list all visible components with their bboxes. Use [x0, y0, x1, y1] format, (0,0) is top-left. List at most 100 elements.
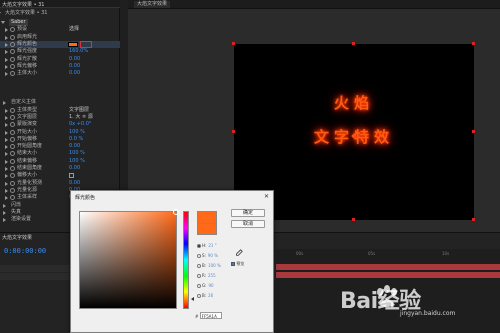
stopwatch-icon[interactable]	[10, 195, 15, 201]
stopwatch-icon[interactable]	[10, 136, 15, 142]
stopwatch-icon[interactable]	[10, 34, 15, 40]
property-value[interactable]: 0.0 %	[69, 136, 83, 143]
expand-arrow-icon[interactable]	[5, 115, 8, 120]
stopwatch-icon[interactable]	[10, 41, 15, 47]
property-row[interactable]: 结束大小 100 %	[0, 150, 120, 157]
expand-arrow-icon[interactable]	[3, 101, 6, 106]
stopwatch-icon[interactable]	[10, 129, 15, 135]
viewer-tab[interactable]: 大焰文字效果	[134, 1, 171, 8]
color-field-value[interactable]: 90 %	[208, 253, 218, 258]
expand-arrow-icon[interactable]	[5, 64, 8, 69]
hue-slider-arrow-icon[interactable]	[191, 297, 194, 301]
stopwatch-icon[interactable]	[10, 49, 15, 55]
expand-arrow-icon[interactable]	[5, 42, 8, 47]
property-value[interactable]: 160.0%	[69, 48, 88, 55]
ok-button[interactable]: 确定	[231, 209, 265, 217]
property-row[interactable]: 大焰文字效果 • 31	[0, 10, 120, 17]
expand-arrow-icon[interactable]	[5, 123, 8, 128]
timeline-tab[interactable]: 大焰文字效果	[2, 234, 32, 241]
stopwatch-icon[interactable]	[10, 27, 15, 33]
radio-button[interactable]	[197, 264, 201, 268]
stopwatch-icon[interactable]	[10, 151, 15, 157]
color-field-row[interactable]: B: 100 %	[197, 262, 221, 270]
preview-checkbox[interactable]: 预览	[231, 261, 244, 267]
expand-arrow-icon[interactable]	[5, 130, 8, 135]
expand-arrow-icon[interactable]	[3, 218, 6, 223]
expand-arrow-icon[interactable]	[3, 203, 6, 208]
property-row[interactable]: Saber	[0, 19, 120, 26]
expand-arrow-icon[interactable]	[5, 28, 8, 33]
expand-arrow-icon[interactable]	[5, 159, 8, 164]
expand-arrow-icon[interactable]	[5, 35, 8, 40]
property-row[interactable]: 开始偏移 0.0 %	[0, 136, 120, 143]
stopwatch-icon[interactable]	[10, 71, 15, 77]
stopwatch-icon[interactable]	[10, 180, 15, 186]
selection-handle[interactable]	[352, 42, 355, 45]
property-row[interactable]	[0, 77, 120, 84]
selection-handle[interactable]	[472, 42, 475, 45]
radio-button[interactable]	[197, 244, 201, 248]
stopwatch-icon[interactable]	[10, 63, 15, 69]
color-field-row[interactable]: S: 90 %	[197, 252, 218, 260]
checkbox-checked-icon[interactable]	[231, 262, 235, 266]
property-row[interactable]: 光量化预测 0.00	[0, 180, 120, 187]
property-row[interactable]: 结束圆角度 0.00	[0, 165, 120, 172]
selection-handle[interactable]	[472, 218, 475, 221]
color-field-row[interactable]: B: 26	[197, 292, 213, 300]
expand-arrow-icon[interactable]	[5, 108, 8, 113]
layer-bar[interactable]	[276, 264, 500, 270]
property-row[interactable]: 文字图层 1. 大 ≑ 源	[0, 114, 120, 121]
hue-slider[interactable]	[183, 211, 189, 309]
radio-button[interactable]	[197, 274, 201, 278]
radio-button[interactable]	[197, 294, 201, 298]
color-field-row[interactable]: R: 255	[197, 272, 216, 280]
stopwatch-icon[interactable]	[10, 114, 15, 120]
expand-arrow-icon[interactable]	[5, 137, 8, 142]
property-row[interactable]: 辉光扩散 0.00	[0, 56, 120, 63]
cancel-button[interactable]: 取消	[231, 220, 265, 228]
stopwatch-icon[interactable]	[10, 158, 15, 164]
property-row[interactable]: 辉光偏移 0.00	[0, 63, 120, 70]
expand-arrow-icon[interactable]	[5, 188, 8, 193]
stopwatch-icon[interactable]	[10, 166, 15, 171]
collapse-arrow-icon[interactable]	[1, 21, 5, 24]
stopwatch-icon[interactable]	[10, 122, 15, 128]
property-row[interactable]: 结束偏移 100 %	[0, 158, 120, 165]
property-row[interactable]: 开始大小 100 %	[0, 129, 120, 136]
eyedropper-icon[interactable]	[235, 249, 243, 257]
expand-arrow-icon[interactable]	[5, 72, 8, 77]
color-field-value[interactable]: 255	[208, 273, 216, 278]
property-value[interactable]: 100 %	[69, 129, 85, 136]
property-value[interactable]: 0x +0.0°	[69, 121, 91, 128]
color-field-value[interactable]: 26	[208, 293, 213, 298]
expand-arrow-icon[interactable]	[5, 57, 8, 62]
expand-arrow-icon[interactable]	[5, 174, 8, 179]
color-field-value[interactable]: 90	[208, 283, 213, 288]
current-color-swatch[interactable]	[197, 223, 217, 235]
checkbox[interactable]	[69, 173, 74, 179]
property-row[interactable]	[0, 85, 120, 92]
glow-color-swatch[interactable]	[68, 41, 78, 47]
expand-arrow-icon[interactable]	[5, 167, 8, 171]
hex-input[interactable]: FF5A1A	[199, 312, 222, 319]
property-value[interactable]: 100 %	[69, 158, 85, 165]
color-picker-cursor[interactable]	[173, 209, 179, 215]
property-value[interactable]: 0.00	[69, 56, 80, 63]
property-row[interactable]: 蒙版演变 0x +0.0°	[0, 121, 120, 128]
property-value[interactable]: 0.00	[69, 165, 80, 172]
color-field-row[interactable]: G: 90	[197, 282, 214, 290]
property-value[interactable]: 0.00	[69, 143, 80, 150]
property-row[interactable]	[0, 92, 120, 99]
color-field-row[interactable]: H: 21 °	[197, 242, 217, 250]
property-value[interactable]: 0.00	[69, 70, 80, 77]
property-row[interactable]: 启用辉光	[0, 34, 120, 41]
expand-arrow-icon[interactable]	[5, 196, 8, 201]
color-field-value[interactable]: 21 °	[208, 243, 216, 248]
property-row[interactable]: 主体类型 文字图层	[0, 107, 120, 114]
expand-arrow-icon[interactable]	[5, 145, 8, 150]
radio-button[interactable]	[197, 284, 201, 288]
color-field-value[interactable]: 100 %	[208, 263, 221, 268]
property-value[interactable]: 0.00	[69, 63, 80, 70]
expand-arrow-icon[interactable]	[5, 50, 8, 55]
effect-controls-tab[interactable]: 大焰文字效果 • 31	[2, 1, 45, 8]
